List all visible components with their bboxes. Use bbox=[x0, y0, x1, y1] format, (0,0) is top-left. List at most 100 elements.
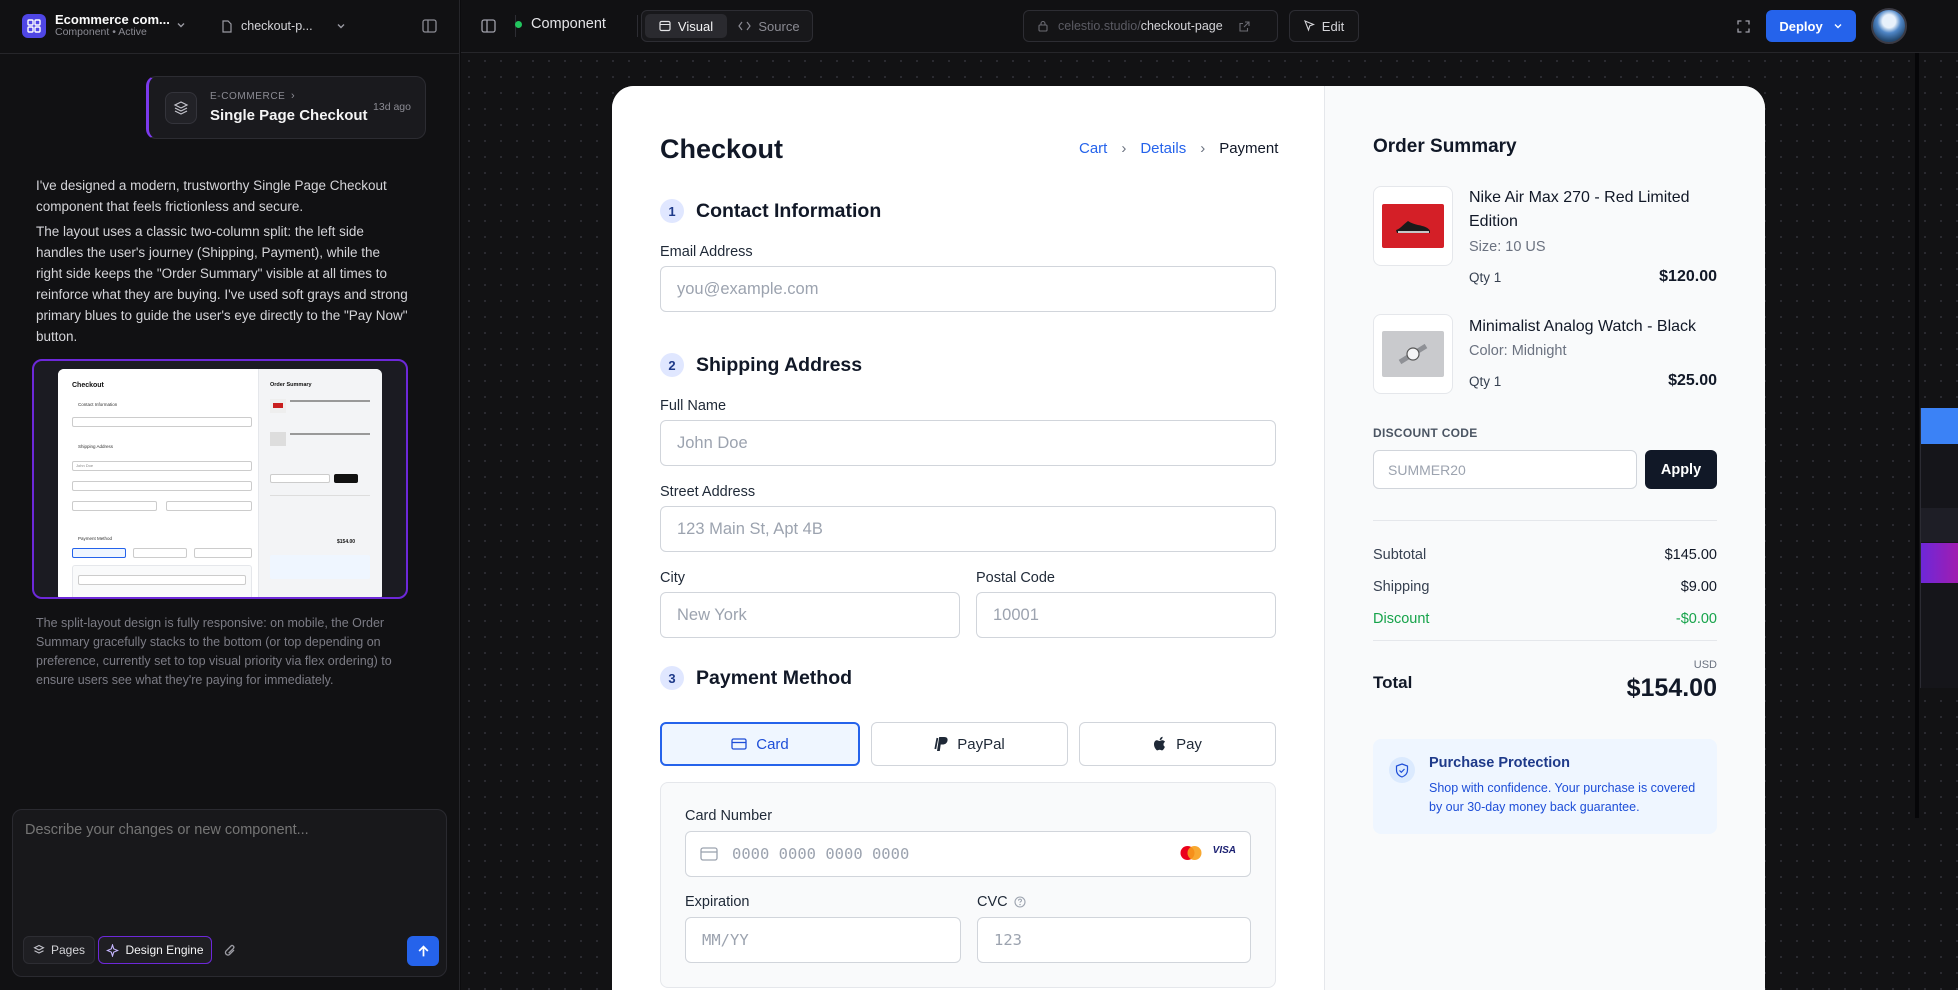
thumb-payment: Payment Method bbox=[78, 536, 113, 541]
currency-label: USD bbox=[1693, 659, 1717, 671]
chat-panel: Ecommerce com... Component • Active chec… bbox=[0, 0, 460, 990]
fullscreen-icon[interactable] bbox=[1734, 17, 1752, 35]
product-name: Minimalist Analog Watch - Black bbox=[1469, 318, 1697, 335]
tab-visual-label: Visual bbox=[677, 18, 714, 34]
pages-button[interactable]: Pages bbox=[23, 936, 95, 964]
tab-visual[interactable]: Visual bbox=[645, 14, 727, 38]
preview-canvas: Checkout Cart › Details › Payment 1 Cont… bbox=[461, 53, 1958, 990]
card-number-field[interactable]: 0000 0000 0000 0000 VISA bbox=[685, 831, 1251, 877]
payment-method-apple-pay[interactable]: Pay bbox=[1079, 722, 1276, 766]
product-qty: Qty 1 bbox=[1469, 270, 1502, 285]
product-price: $120.00 bbox=[1659, 268, 1717, 285]
lock-icon bbox=[1038, 20, 1048, 32]
paypal-icon bbox=[934, 736, 948, 752]
chevron-down-icon[interactable] bbox=[174, 18, 188, 32]
paperclip-icon[interactable] bbox=[221, 941, 239, 959]
full-name-placeholder: John Doe bbox=[677, 433, 748, 452]
external-link-icon[interactable] bbox=[1239, 20, 1250, 32]
project-status: Component • Active bbox=[55, 26, 147, 39]
breadcrumb-details[interactable]: Details bbox=[1140, 140, 1186, 157]
sidebar-toggle-icon[interactable] bbox=[420, 17, 438, 35]
page-select[interactable]: checkout-p... bbox=[221, 15, 346, 37]
product-image bbox=[1373, 186, 1453, 266]
app-grid-icon bbox=[22, 14, 46, 38]
shipping-section-heading: 2 Shipping Address bbox=[660, 353, 862, 377]
page-select-value: checkout-p... bbox=[241, 19, 313, 33]
payment-section-heading: 3 Payment Method bbox=[660, 666, 852, 690]
credit-card-icon bbox=[731, 738, 747, 750]
full-name-label: Full Name bbox=[660, 398, 727, 414]
shipping-value: $9.00 bbox=[1680, 579, 1717, 595]
chevron-right-icon: › bbox=[1121, 140, 1127, 157]
chat-input[interactable] bbox=[25, 822, 430, 912]
status-dot bbox=[515, 20, 522, 28]
payment-card-label: Card bbox=[756, 735, 789, 753]
avatar[interactable] bbox=[1871, 8, 1907, 44]
step-number: 2 bbox=[660, 353, 684, 377]
breadcrumb: Cart › Details › Payment bbox=[1079, 140, 1278, 157]
expiration-label: Expiration bbox=[685, 894, 750, 910]
city-field[interactable]: New York bbox=[660, 592, 960, 638]
watch-icon bbox=[1398, 343, 1428, 365]
chevron-right-icon: › bbox=[291, 90, 295, 102]
cvc-field[interactable]: 123 bbox=[977, 917, 1251, 963]
deploy-button[interactable]: Deploy bbox=[1766, 10, 1856, 42]
url-bar[interactable]: celestio.studio/checkout-page bbox=[1023, 10, 1278, 42]
history-card-time: 13d ago bbox=[373, 101, 411, 113]
total-value: $154.00 bbox=[1626, 674, 1717, 702]
product-qty: Qty 1 bbox=[1469, 374, 1502, 389]
chat-composer: Pages Design Engine bbox=[12, 809, 447, 977]
image-icon bbox=[659, 20, 671, 32]
cvc-label-row: CVC bbox=[977, 894, 1026, 910]
deploy-button-label: Deploy bbox=[1779, 18, 1823, 34]
card-details-panel: Card Number 0000 0000 0000 0000 VISA Exp… bbox=[660, 782, 1276, 988]
order-summary-title: Order Summary bbox=[1373, 136, 1517, 157]
cursor-icon bbox=[1303, 20, 1315, 32]
email-placeholder: you@example.com bbox=[677, 279, 819, 298]
project-switcher[interactable]: Ecommerce com... Component • Active bbox=[22, 12, 192, 40]
full-name-field[interactable]: John Doe bbox=[660, 420, 1276, 466]
postal-code-field[interactable]: 10001 bbox=[976, 592, 1276, 638]
chat-message-intro: I've designed a modern, trustworthy Sing… bbox=[36, 178, 387, 214]
thumb-name: John Doe bbox=[76, 463, 94, 468]
divider bbox=[1373, 640, 1717, 641]
discount-code-placeholder: SUMMER20 bbox=[1388, 461, 1466, 478]
send-button[interactable] bbox=[407, 936, 439, 966]
layers-icon bbox=[33, 944, 45, 956]
edit-button-label: Edit bbox=[1321, 18, 1345, 34]
url-path: checkout-page bbox=[1140, 19, 1223, 33]
panel-toggle-icon[interactable] bbox=[479, 17, 497, 35]
edit-button[interactable]: Edit bbox=[1289, 10, 1359, 42]
chevron-down-icon bbox=[336, 21, 346, 31]
payment-section-title: Payment Method bbox=[696, 666, 853, 689]
tab-source[interactable]: Source bbox=[729, 14, 809, 38]
top-bar: Component Visual Source celestio.studio/… bbox=[461, 0, 1958, 53]
protection-title: Purchase Protection bbox=[1429, 755, 1571, 771]
shipping-label: Shipping bbox=[1373, 579, 1430, 595]
arrow-up-icon bbox=[418, 944, 428, 956]
payment-method-card[interactable]: Card bbox=[660, 722, 860, 766]
history-card[interactable]: E-COMMERCE › Single Page Checkout 13d ag… bbox=[146, 76, 426, 139]
breadcrumb-cart[interactable]: Cart bbox=[1079, 140, 1107, 157]
discount-code-field[interactable]: SUMMER20 bbox=[1373, 450, 1637, 489]
email-field[interactable]: you@example.com bbox=[660, 266, 1276, 312]
expiration-field[interactable]: MM/YY bbox=[685, 917, 961, 963]
street-label: Street Address bbox=[660, 484, 756, 500]
design-engine-button[interactable]: Design Engine bbox=[98, 936, 212, 964]
thumb-summary-title: Order Summary bbox=[270, 382, 312, 388]
cvc-placeholder: 123 bbox=[994, 931, 1022, 949]
history-card-category: E-COMMERCE bbox=[210, 91, 286, 102]
purchase-protection-box: Purchase Protection Shop with confidence… bbox=[1373, 739, 1717, 834]
apply-button[interactable]: Apply bbox=[1645, 450, 1717, 489]
preview-thumbnail[interactable]: Checkout Order Summary Contact Informati… bbox=[32, 359, 408, 599]
file-icon bbox=[221, 19, 233, 33]
help-circle-icon[interactable] bbox=[1014, 896, 1026, 908]
visa-icon: VISA bbox=[1212, 845, 1236, 856]
discount-label: Discount bbox=[1373, 611, 1430, 627]
expiration-placeholder: MM/YY bbox=[702, 931, 749, 949]
street-field[interactable]: 123 Main St, Apt 4B bbox=[660, 506, 1276, 552]
payment-method-paypal[interactable]: PayPal bbox=[871, 722, 1068, 766]
card-number-label: Card Number bbox=[685, 808, 773, 824]
chevron-right-icon: › bbox=[1200, 140, 1206, 157]
checkout-title: Checkout bbox=[660, 134, 784, 164]
